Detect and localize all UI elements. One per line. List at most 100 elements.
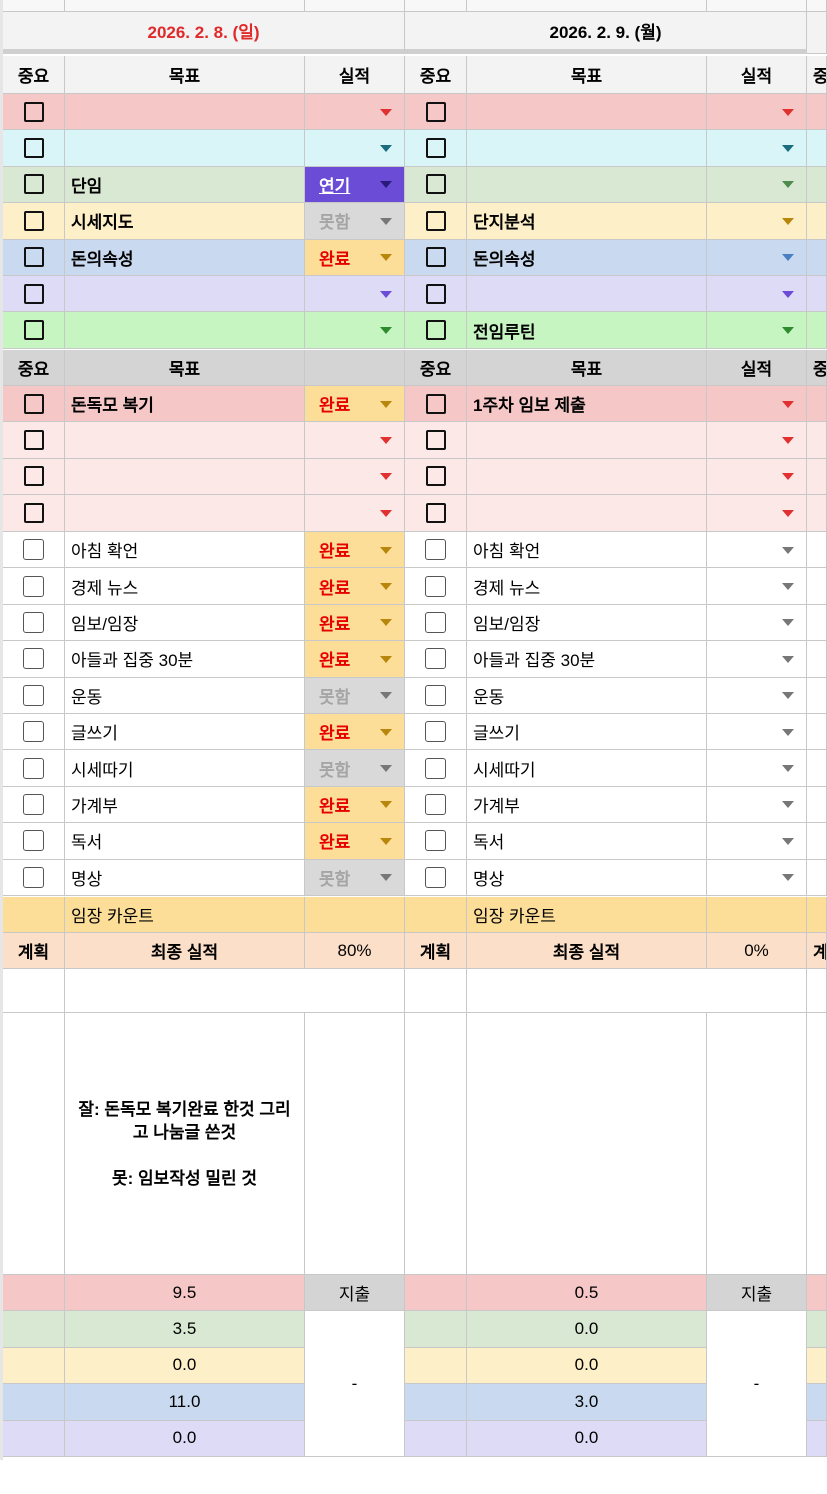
chevron-down-icon[interactable]: [782, 837, 794, 845]
task-cell[interactable]: [467, 458, 707, 496]
chevron-down-icon[interactable]: [782, 437, 794, 445]
result-dropdown[interactable]: [707, 312, 807, 349]
goal-cell[interactable]: [65, 94, 305, 131]
habit-cell[interactable]: 독서: [467, 823, 707, 860]
chevron-down-icon[interactable]: [782, 108, 794, 116]
habit-cell[interactable]: 가계부: [467, 786, 707, 824]
chevron-down-icon[interactable]: [380, 874, 392, 882]
checkbox[interactable]: [425, 757, 446, 779]
result-dropdown[interactable]: [707, 532, 807, 569]
chevron-down-icon[interactable]: [380, 181, 392, 189]
checkbox[interactable]: [23, 430, 44, 451]
result-dropdown[interactable]: [707, 750, 807, 787]
checkbox[interactable]: [23, 174, 44, 195]
habit-cell[interactable]: 글쓰기: [65, 714, 305, 751]
checkbox[interactable]: [23, 684, 44, 706]
checkbox[interactable]: [23, 721, 44, 743]
chevron-down-icon[interactable]: [380, 619, 392, 627]
chevron-down-icon[interactable]: [782, 400, 794, 408]
result-dropdown[interactable]: 못함: [305, 203, 405, 240]
habit-cell[interactable]: 아침 확언: [65, 532, 305, 569]
chevron-down-icon[interactable]: [380, 728, 392, 736]
result-dropdown[interactable]: 못함: [305, 677, 405, 714]
chevron-down-icon[interactable]: [380, 837, 392, 845]
checkbox[interactable]: [23, 283, 44, 304]
checkbox[interactable]: [23, 866, 44, 888]
result-dropdown[interactable]: [707, 458, 807, 496]
checkbox[interactable]: [425, 174, 446, 195]
checkbox[interactable]: [23, 138, 44, 159]
result-dropdown[interactable]: [707, 239, 807, 276]
result-dropdown[interactable]: 완료: [305, 532, 405, 569]
habit-cell[interactable]: 임보/임장: [467, 604, 707, 642]
goal-cell[interactable]: [65, 276, 305, 313]
chevron-down-icon[interactable]: [782, 181, 794, 189]
chevron-down-icon[interactable]: [380, 145, 392, 153]
checkbox[interactable]: [425, 721, 446, 743]
chevron-down-icon[interactable]: [380, 765, 392, 773]
goal-cell[interactable]: [467, 94, 707, 131]
habit-cell[interactable]: 독서: [65, 823, 305, 860]
goal-cell[interactable]: [65, 130, 305, 167]
chevron-down-icon[interactable]: [782, 692, 794, 700]
result-dropdown[interactable]: 완료: [305, 823, 405, 860]
blank-cell[interactable]: [405, 969, 467, 1013]
result-dropdown[interactable]: 못함: [305, 750, 405, 787]
chevron-down-icon[interactable]: [380, 327, 392, 335]
chevron-down-icon[interactable]: [782, 217, 794, 225]
result-dropdown[interactable]: 완료: [305, 604, 405, 642]
result-dropdown[interactable]: [305, 130, 405, 167]
goal-cell[interactable]: [467, 276, 707, 313]
result-dropdown[interactable]: [707, 386, 807, 423]
checkbox[interactable]: [23, 793, 44, 815]
chevron-down-icon[interactable]: [380, 546, 392, 554]
chevron-down-icon[interactable]: [380, 290, 392, 298]
result-dropdown[interactable]: [707, 859, 807, 896]
chevron-down-icon[interactable]: [380, 655, 392, 663]
checkbox[interactable]: [425, 247, 446, 268]
habit-cell[interactable]: 임보/임장: [65, 604, 305, 642]
checkbox[interactable]: [425, 320, 446, 341]
habit-cell[interactable]: 운동: [467, 677, 707, 714]
habit-cell[interactable]: 경제 뉴스: [467, 568, 707, 605]
result-dropdown[interactable]: 완료: [305, 386, 405, 423]
checkbox[interactable]: [425, 393, 446, 414]
expense-value[interactable]: -: [707, 1311, 807, 1457]
result-dropdown[interactable]: [305, 458, 405, 496]
chevron-down-icon[interactable]: [782, 145, 794, 153]
result-dropdown[interactable]: [305, 422, 405, 459]
checkbox[interactable]: [23, 648, 44, 670]
checkbox[interactable]: [425, 502, 446, 523]
result-dropdown[interactable]: [305, 94, 405, 131]
result-dropdown[interactable]: [707, 677, 807, 714]
habit-cell[interactable]: 시세따기: [467, 750, 707, 787]
result-dropdown[interactable]: [707, 130, 807, 167]
result-dropdown[interactable]: [707, 422, 807, 459]
checkbox[interactable]: [425, 648, 446, 670]
result-dropdown[interactable]: [707, 94, 807, 131]
count-value[interactable]: [305, 897, 405, 933]
result-dropdown[interactable]: [707, 568, 807, 605]
checkbox[interactable]: [425, 138, 446, 159]
checkbox[interactable]: [23, 466, 44, 487]
task-cell[interactable]: [65, 422, 305, 459]
result-dropdown[interactable]: [707, 823, 807, 860]
blank-cell[interactable]: [3, 969, 65, 1013]
task-cell[interactable]: 1주차 임보 제출: [467, 386, 707, 423]
chevron-down-icon[interactable]: [782, 509, 794, 517]
goal-cell[interactable]: [65, 312, 305, 349]
goal-cell[interactable]: [467, 130, 707, 167]
result-dropdown[interactable]: [305, 276, 405, 313]
chevron-down-icon[interactable]: [782, 874, 794, 882]
chevron-down-icon[interactable]: [782, 290, 794, 298]
checkbox[interactable]: [425, 539, 446, 561]
reflection-memo[interactable]: [467, 1013, 707, 1275]
habit-cell[interactable]: 명상: [65, 859, 305, 896]
result-dropdown[interactable]: [707, 714, 807, 751]
result-dropdown[interactable]: 못함: [305, 859, 405, 896]
task-cell[interactable]: 돈독모 복기: [65, 386, 305, 423]
result-dropdown[interactable]: [707, 604, 807, 642]
result-dropdown[interactable]: [707, 495, 807, 532]
chevron-down-icon[interactable]: [782, 801, 794, 809]
goal-cell[interactable]: [467, 166, 707, 204]
